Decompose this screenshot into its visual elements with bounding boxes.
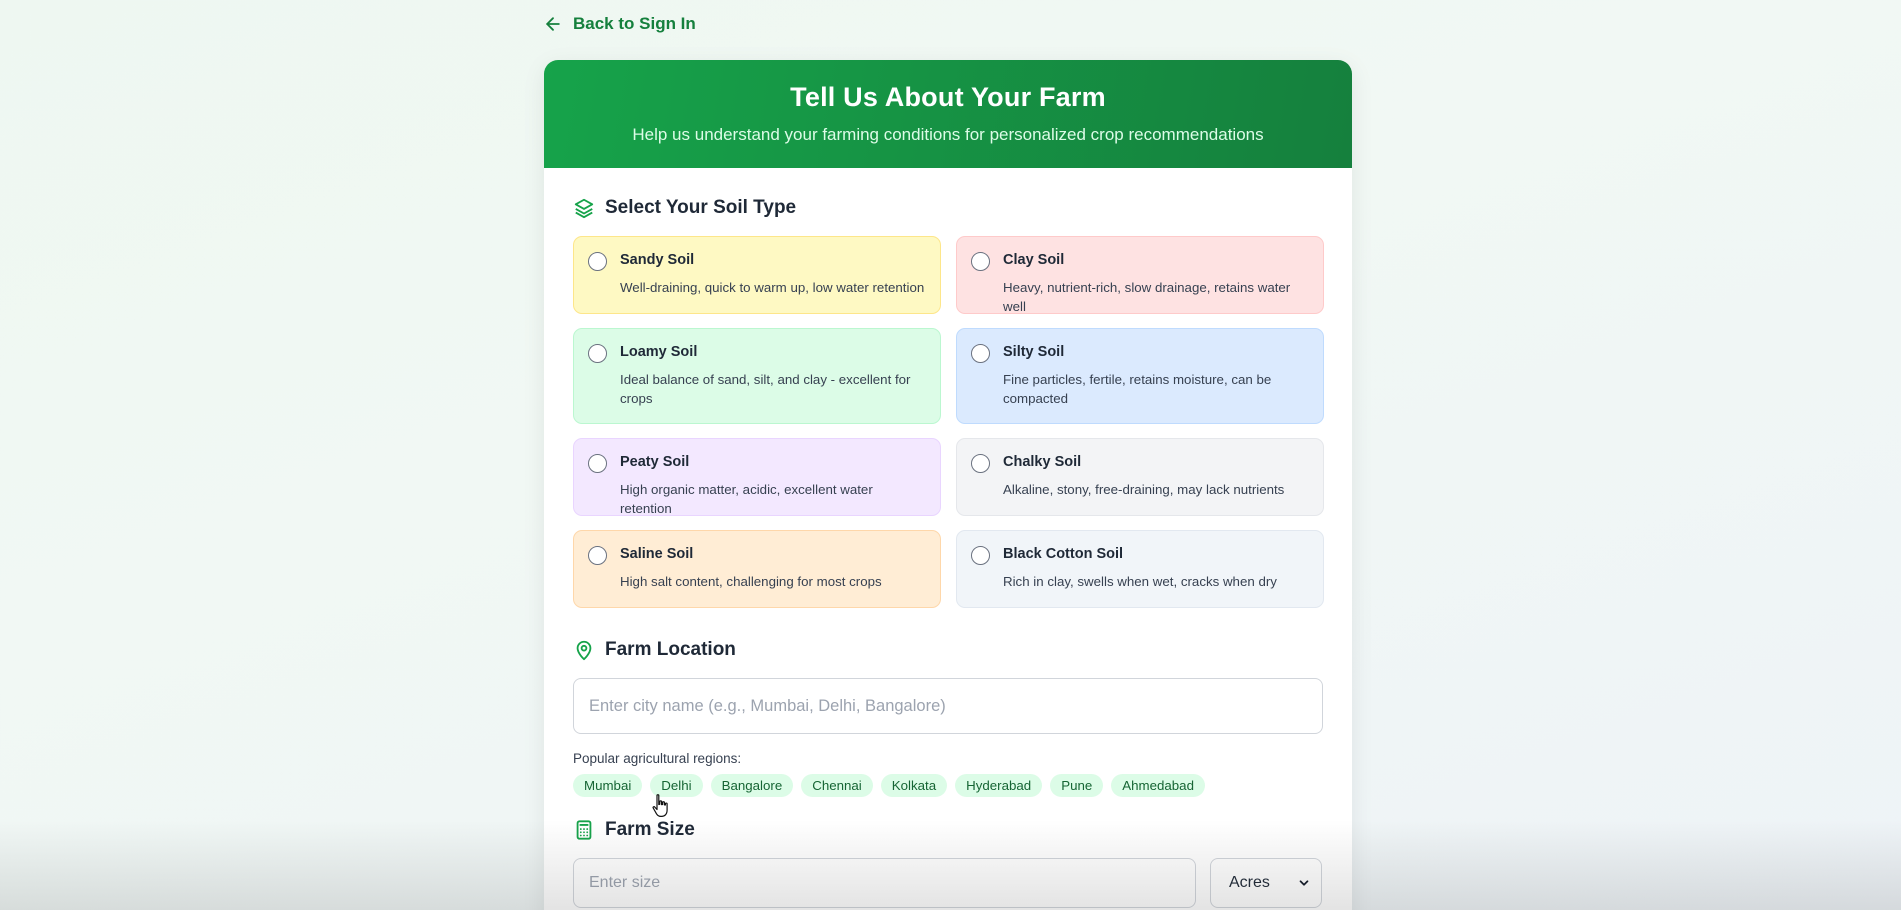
size-section-label: Farm Size bbox=[605, 819, 695, 840]
soil-description: Fine particles, fertile, retains moistur… bbox=[1003, 372, 1272, 406]
region-chips: Mumbai Delhi Bangalore Chennai Kolkata H… bbox=[573, 774, 1323, 797]
soil-name: Peaty Soil bbox=[620, 454, 690, 470]
soil-name: Clay Soil bbox=[1003, 252, 1065, 268]
soil-option-saline[interactable]: Saline Soil High salt content, challengi… bbox=[573, 530, 941, 608]
radio-button[interactable] bbox=[971, 252, 990, 271]
radio-button[interactable] bbox=[588, 252, 607, 271]
region-chip-chennai[interactable]: Chennai bbox=[801, 774, 873, 797]
arrow-left-icon bbox=[546, 17, 560, 31]
page-subtitle: Help us understand your farming conditio… bbox=[632, 125, 1264, 144]
soil-name: Saline Soil bbox=[620, 546, 694, 562]
region-chip-ahmedabad[interactable]: Ahmedabad bbox=[1111, 774, 1205, 797]
soil-description: Ideal balance of sand, silt, and clay - … bbox=[620, 372, 911, 406]
radio-button[interactable] bbox=[971, 454, 990, 473]
calculator-icon bbox=[576, 820, 592, 840]
page-title: Tell Us About Your Farm bbox=[790, 82, 1106, 112]
region-chip-pune[interactable]: Pune bbox=[1050, 774, 1104, 797]
soil-option-peaty[interactable]: Peaty Soil High organic matter, acidic, … bbox=[573, 438, 941, 516]
chevron-down-icon bbox=[1299, 880, 1309, 886]
soil-name: Sandy Soil bbox=[620, 252, 695, 268]
radio-button[interactable] bbox=[971, 344, 990, 363]
unit-select-value: Acres bbox=[1229, 874, 1270, 891]
size-section-title: Farm Size bbox=[573, 818, 1323, 842]
soil-description: Heavy, nutrient-rich, slow drainage, ret… bbox=[1003, 280, 1291, 314]
region-chip-bangalore[interactable]: Bangalore bbox=[710, 774, 794, 797]
hand-cursor-icon bbox=[652, 794, 668, 817]
soil-name: Black Cotton Soil bbox=[1003, 546, 1124, 562]
radio-button[interactable] bbox=[971, 546, 990, 565]
soil-option-silty[interactable]: Silty Soil Fine particles, fertile, reta… bbox=[956, 328, 1324, 424]
soil-description: Well-draining, quick to warm up, low wat… bbox=[620, 280, 925, 295]
soil-option-clay[interactable]: Clay Soil Heavy, nutrient-rich, slow dra… bbox=[956, 236, 1324, 314]
soil-description: Rich in clay, swells when wet, cracks wh… bbox=[1003, 574, 1277, 589]
radio-button[interactable] bbox=[588, 454, 607, 473]
soil-name: Silty Soil bbox=[1003, 344, 1065, 360]
soil-section-label: Select Your Soil Type bbox=[605, 197, 797, 218]
soil-name: Loamy Soil bbox=[620, 344, 698, 360]
radio-button[interactable] bbox=[588, 546, 607, 565]
radio-button[interactable] bbox=[588, 344, 607, 363]
region-chip-mumbai[interactable]: Mumbai bbox=[573, 774, 643, 797]
map-pin-icon bbox=[576, 640, 592, 661]
soil-option-chalky[interactable]: Chalky Soil Alkaline, stony, free-draini… bbox=[956, 438, 1324, 516]
soil-name: Chalky Soil bbox=[1003, 454, 1082, 470]
unit-select[interactable]: Acres bbox=[1210, 858, 1322, 908]
soil-options-grid: Sandy Soil Well-draining, quick to warm … bbox=[573, 236, 1324, 608]
soil-option-loamy[interactable]: Loamy Soil Ideal balance of sand, silt, … bbox=[573, 328, 941, 424]
city-input[interactable] bbox=[573, 678, 1323, 734]
location-section-title: Farm Location bbox=[573, 638, 1323, 662]
region-chip-hyderabad[interactable]: Hyderabad bbox=[955, 774, 1043, 797]
soil-description: High salt content, challenging for most … bbox=[620, 574, 882, 589]
farm-size-input[interactable] bbox=[573, 858, 1196, 908]
region-chip-kolkata[interactable]: Kolkata bbox=[880, 774, 948, 797]
farm-details-card: Tell Us About Your Farm Help us understa… bbox=[544, 60, 1352, 910]
back-link-label: Back to Sign In bbox=[573, 14, 696, 33]
location-section-label: Farm Location bbox=[605, 639, 736, 660]
size-row: Acres bbox=[573, 858, 1323, 908]
regions-label: Popular agricultural regions: bbox=[573, 751, 742, 766]
back-to-sign-in-link[interactable]: Back to Sign In bbox=[543, 14, 696, 34]
card-header: Tell Us About Your Farm Help us understa… bbox=[544, 60, 1352, 168]
soil-option-black-cotton[interactable]: Black Cotton Soil Rich in clay, swells w… bbox=[956, 530, 1324, 608]
soil-description: High organic matter, acidic, excellent w… bbox=[620, 482, 873, 516]
soil-section-title: Select Your Soil Type bbox=[573, 196, 1323, 220]
soil-option-sandy[interactable]: Sandy Soil Well-draining, quick to warm … bbox=[573, 236, 941, 314]
soil-description: Alkaline, stony, free-draining, may lack… bbox=[1003, 482, 1285, 497]
layers-icon bbox=[574, 198, 594, 219]
